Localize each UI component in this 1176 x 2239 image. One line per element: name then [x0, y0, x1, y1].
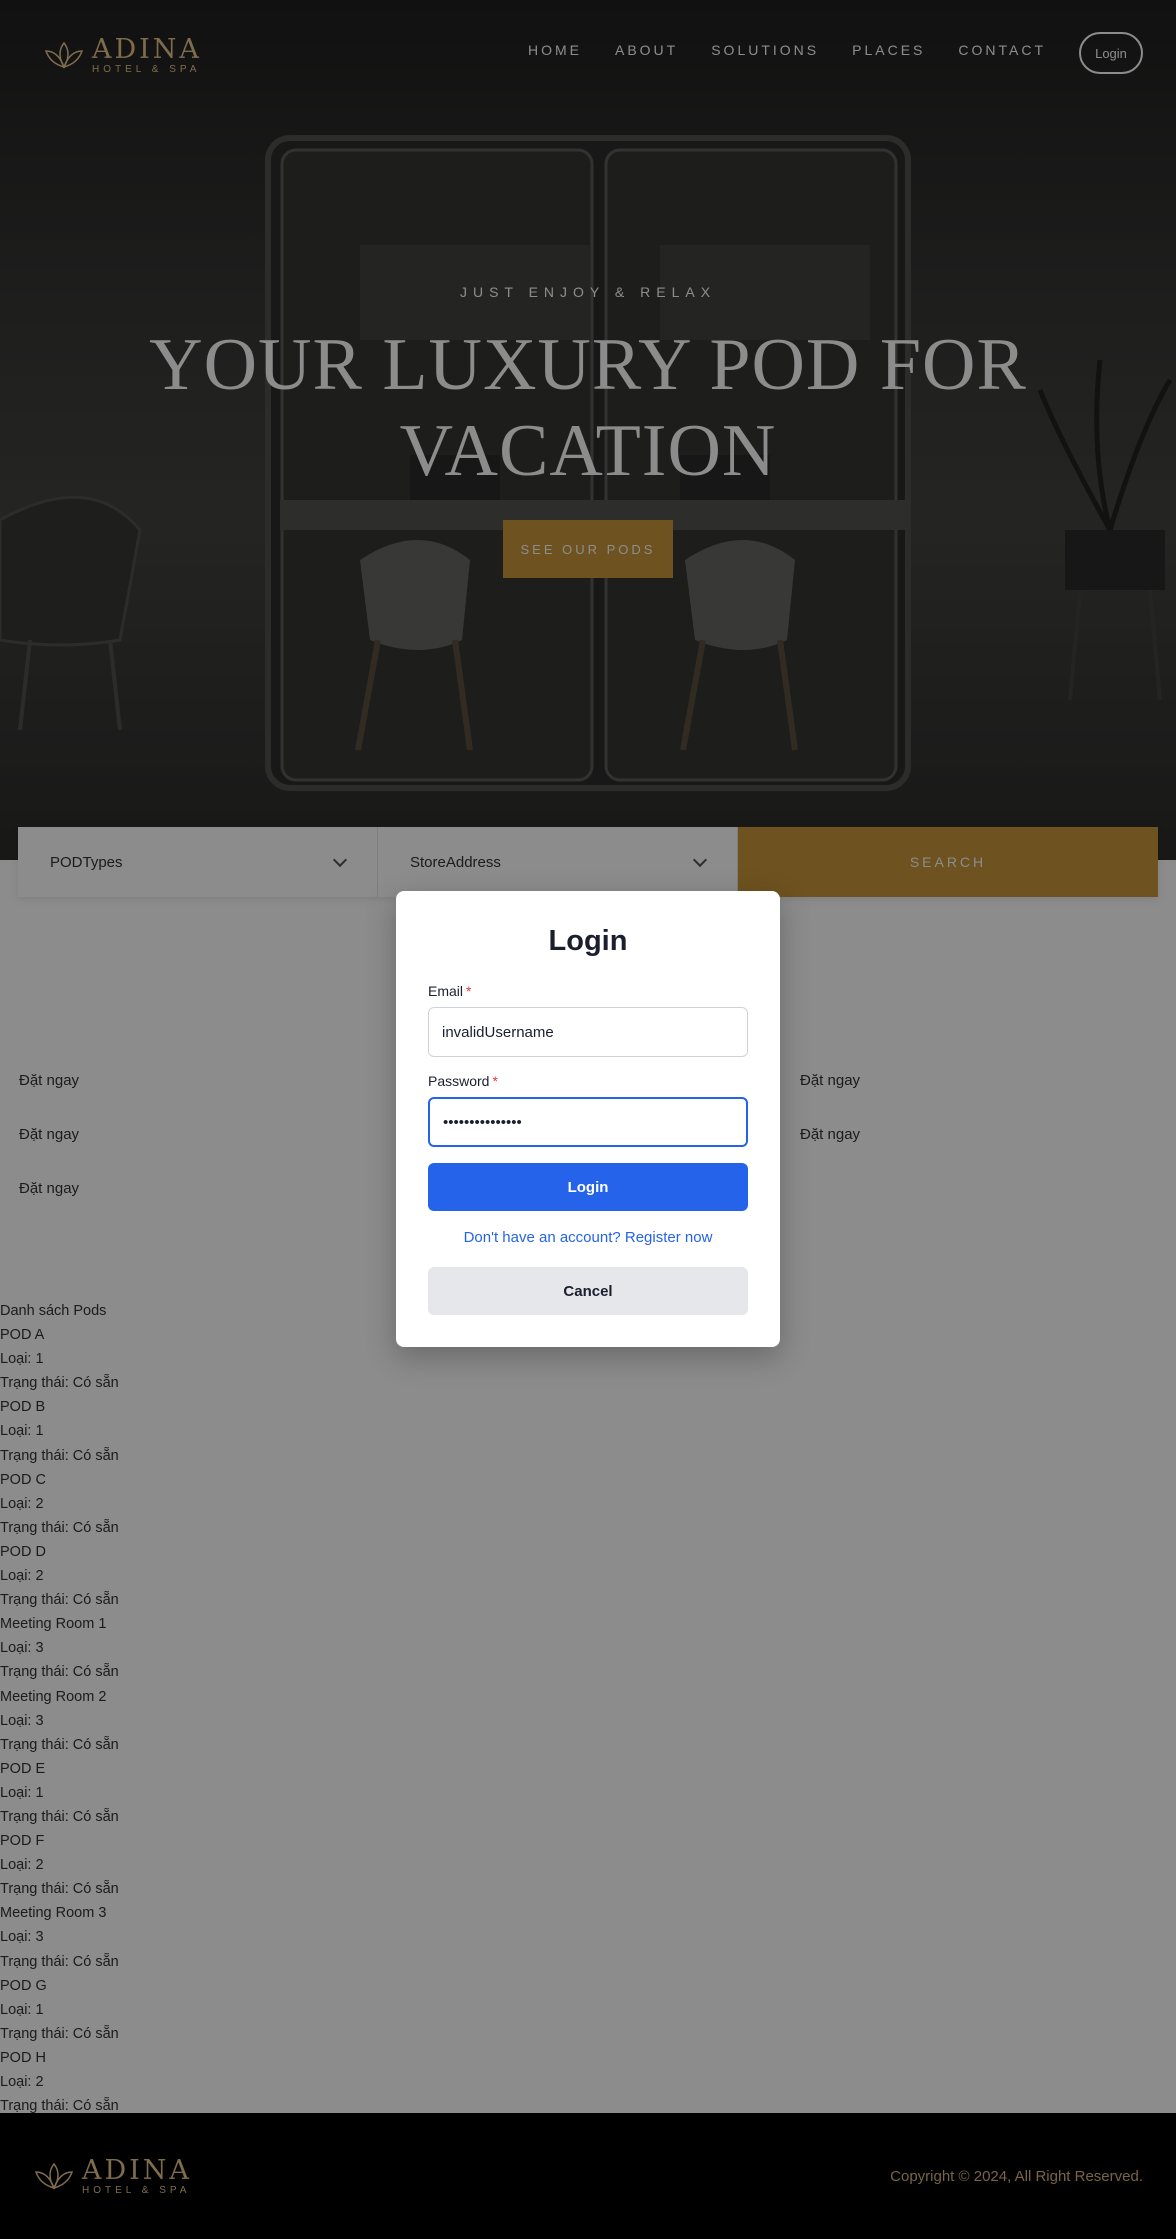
- password-field[interactable]: [428, 1097, 748, 1147]
- password-label-text: Password: [428, 1073, 490, 1089]
- required-mark: *: [492, 1073, 498, 1089]
- email-field[interactable]: [428, 1007, 748, 1057]
- modal-title: Login: [548, 925, 628, 957]
- email-label-text: Email: [428, 983, 464, 999]
- cancel-button[interactable]: Cancel: [428, 1267, 748, 1315]
- password-label: Password *: [428, 1073, 498, 1089]
- login-submit-button[interactable]: Login: [428, 1163, 748, 1211]
- required-mark: *: [466, 983, 472, 999]
- login-modal: Login Email* Password* Login Don't have …: [396, 891, 780, 1347]
- email-label: Email *: [428, 983, 471, 999]
- register-link[interactable]: Don't have an account? Register now: [396, 1229, 780, 1246]
